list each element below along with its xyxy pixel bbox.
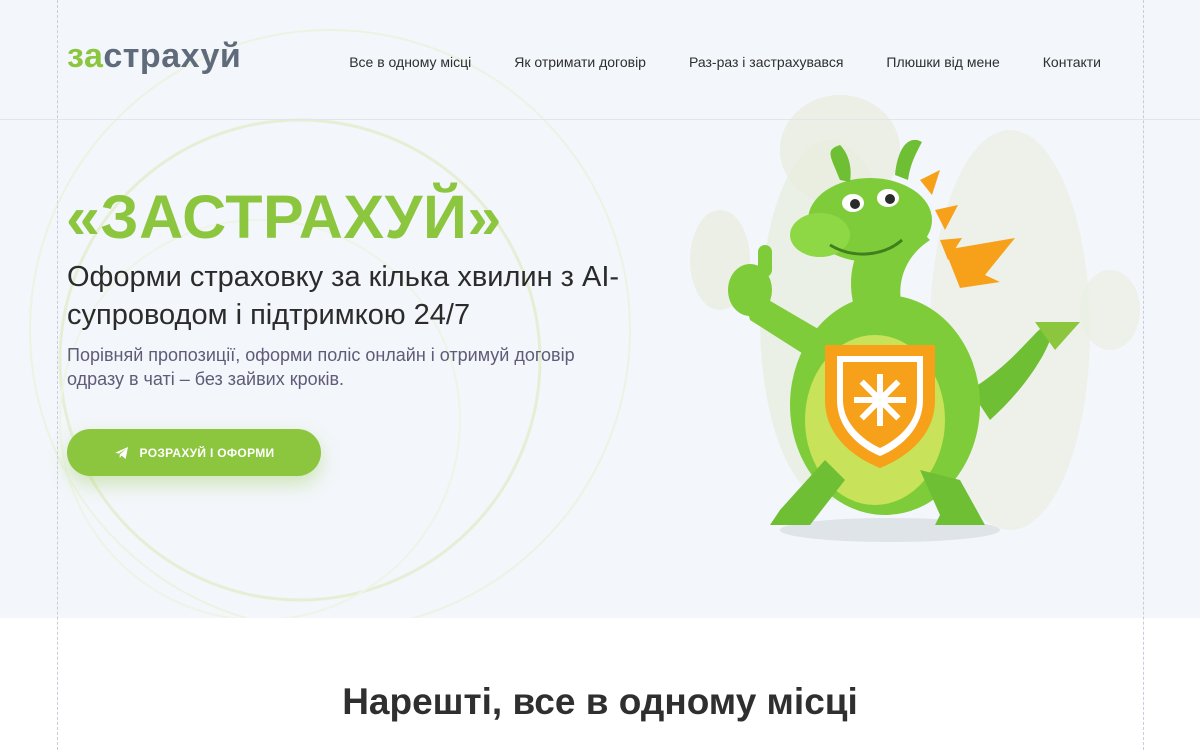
hero-description: Порівняй пропозиції, оформи поліс онлайн…	[67, 345, 575, 389]
logo-part-2: страхуй	[103, 37, 242, 75]
logo-part-1: за	[67, 37, 104, 75]
hero-subtitle: Оформи страховку за кілька хвилин з AI-с…	[67, 261, 620, 331]
layout-guide-left	[57, 0, 58, 750]
dragon-mascot-image	[728, 139, 1080, 542]
site-logo[interactable]: застрахуй	[67, 36, 241, 76]
hero-title: «ЗАСТРАХУЙ»	[66, 183, 502, 251]
calculate-and-order-button[interactable]: РОЗРАХУЙ І ОФОРМИ	[67, 429, 321, 476]
section-title-all-in-one: Нарешті, все в одному місці	[342, 681, 858, 722]
cta-label: РОЗРАХУЙ І ОФОРМИ	[139, 445, 275, 460]
telegram-plane-icon	[114, 446, 128, 459]
nav-item-all-in-one[interactable]: Все в одному місці	[349, 53, 471, 71]
nav-item-how-to-get-contract[interactable]: Як отримати договір	[514, 53, 646, 71]
